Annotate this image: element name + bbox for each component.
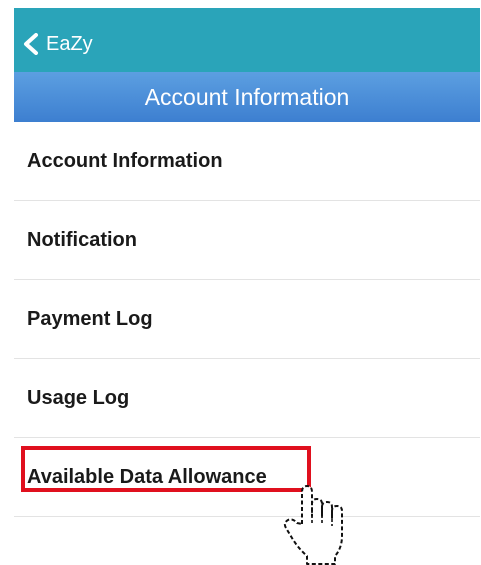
navigation-bar: EaZy [14,8,480,72]
menu-item-label: Payment Log [27,308,153,330]
hand-pointer-icon [283,485,343,565]
back-button[interactable]: EaZy [22,30,93,58]
back-label: EaZy [46,33,93,55]
menu-item-available-data-allowance[interactable]: Available Data Allowance [14,438,480,517]
menu-item-usage-log[interactable]: Usage Log [14,359,480,438]
page-title: Account Information [144,84,350,110]
menu-item-account-information[interactable]: Account Information [14,122,480,201]
menu-item-payment-log[interactable]: Payment Log [14,280,480,359]
app-screen: EaZy Account Information Account Informa… [0,0,481,565]
menu-item-label: Account Information [27,150,223,172]
menu-item-label: Notification [27,229,137,251]
menu-item-label: Usage Log [27,387,130,409]
chevron-left-icon [24,33,38,55]
menu-list: Account Information Notification Payment… [14,122,480,517]
page-title-bar: Account Information [14,72,480,122]
menu-item-label: Available Data Allowance [27,466,267,488]
menu-item-notification[interactable]: Notification [14,201,480,280]
